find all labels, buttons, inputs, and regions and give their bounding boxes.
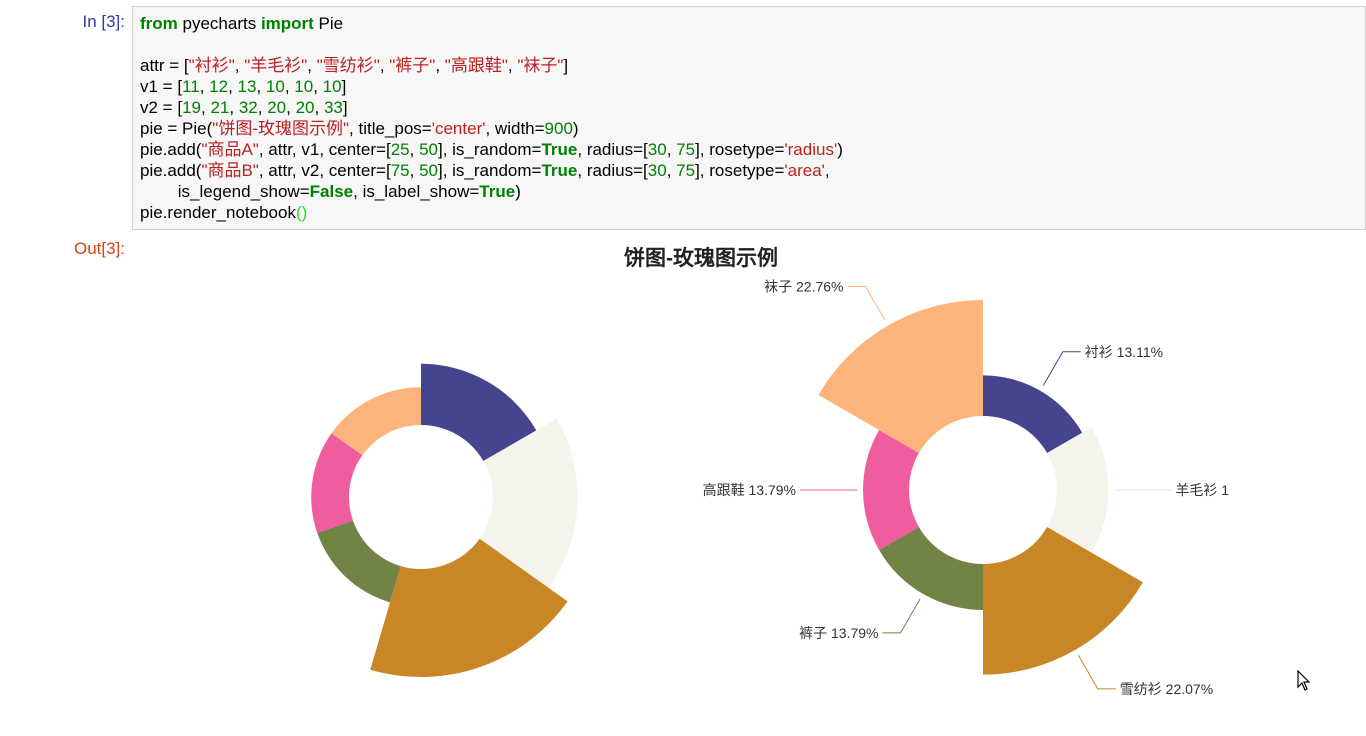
slice-label: 雪纺衫 22.07% (1120, 681, 1213, 697)
rose-pie-chart: 饼图-玫瑰图示例 衬衫 13.11% 羊毛衫 1 雪纺衫 22.07% 裤子 13.7… (311, 246, 1229, 697)
slice-label: 高跟鞋 13.79% (703, 482, 796, 498)
pie-slice[interactable] (983, 527, 1143, 675)
label-leader-line (847, 285, 886, 321)
slice-label: 袜子 22.76% (764, 278, 843, 294)
pie-slice[interactable] (317, 520, 401, 603)
slice-label: 衬衫 13.11% (1085, 344, 1163, 360)
label-leader-line (1077, 654, 1116, 690)
chart-title: 饼图-玫瑰图示例 (624, 246, 778, 270)
pie-series-a (311, 363, 578, 677)
mouse-cursor-icon (1297, 670, 1311, 691)
pie-slice[interactable] (818, 300, 983, 453)
label-leader-line (882, 598, 921, 634)
slice-label: 羊毛衫 1 (1175, 482, 1229, 498)
label-leader-line (1042, 351, 1081, 386)
slice-label: 裤子 13.79% (799, 625, 878, 641)
